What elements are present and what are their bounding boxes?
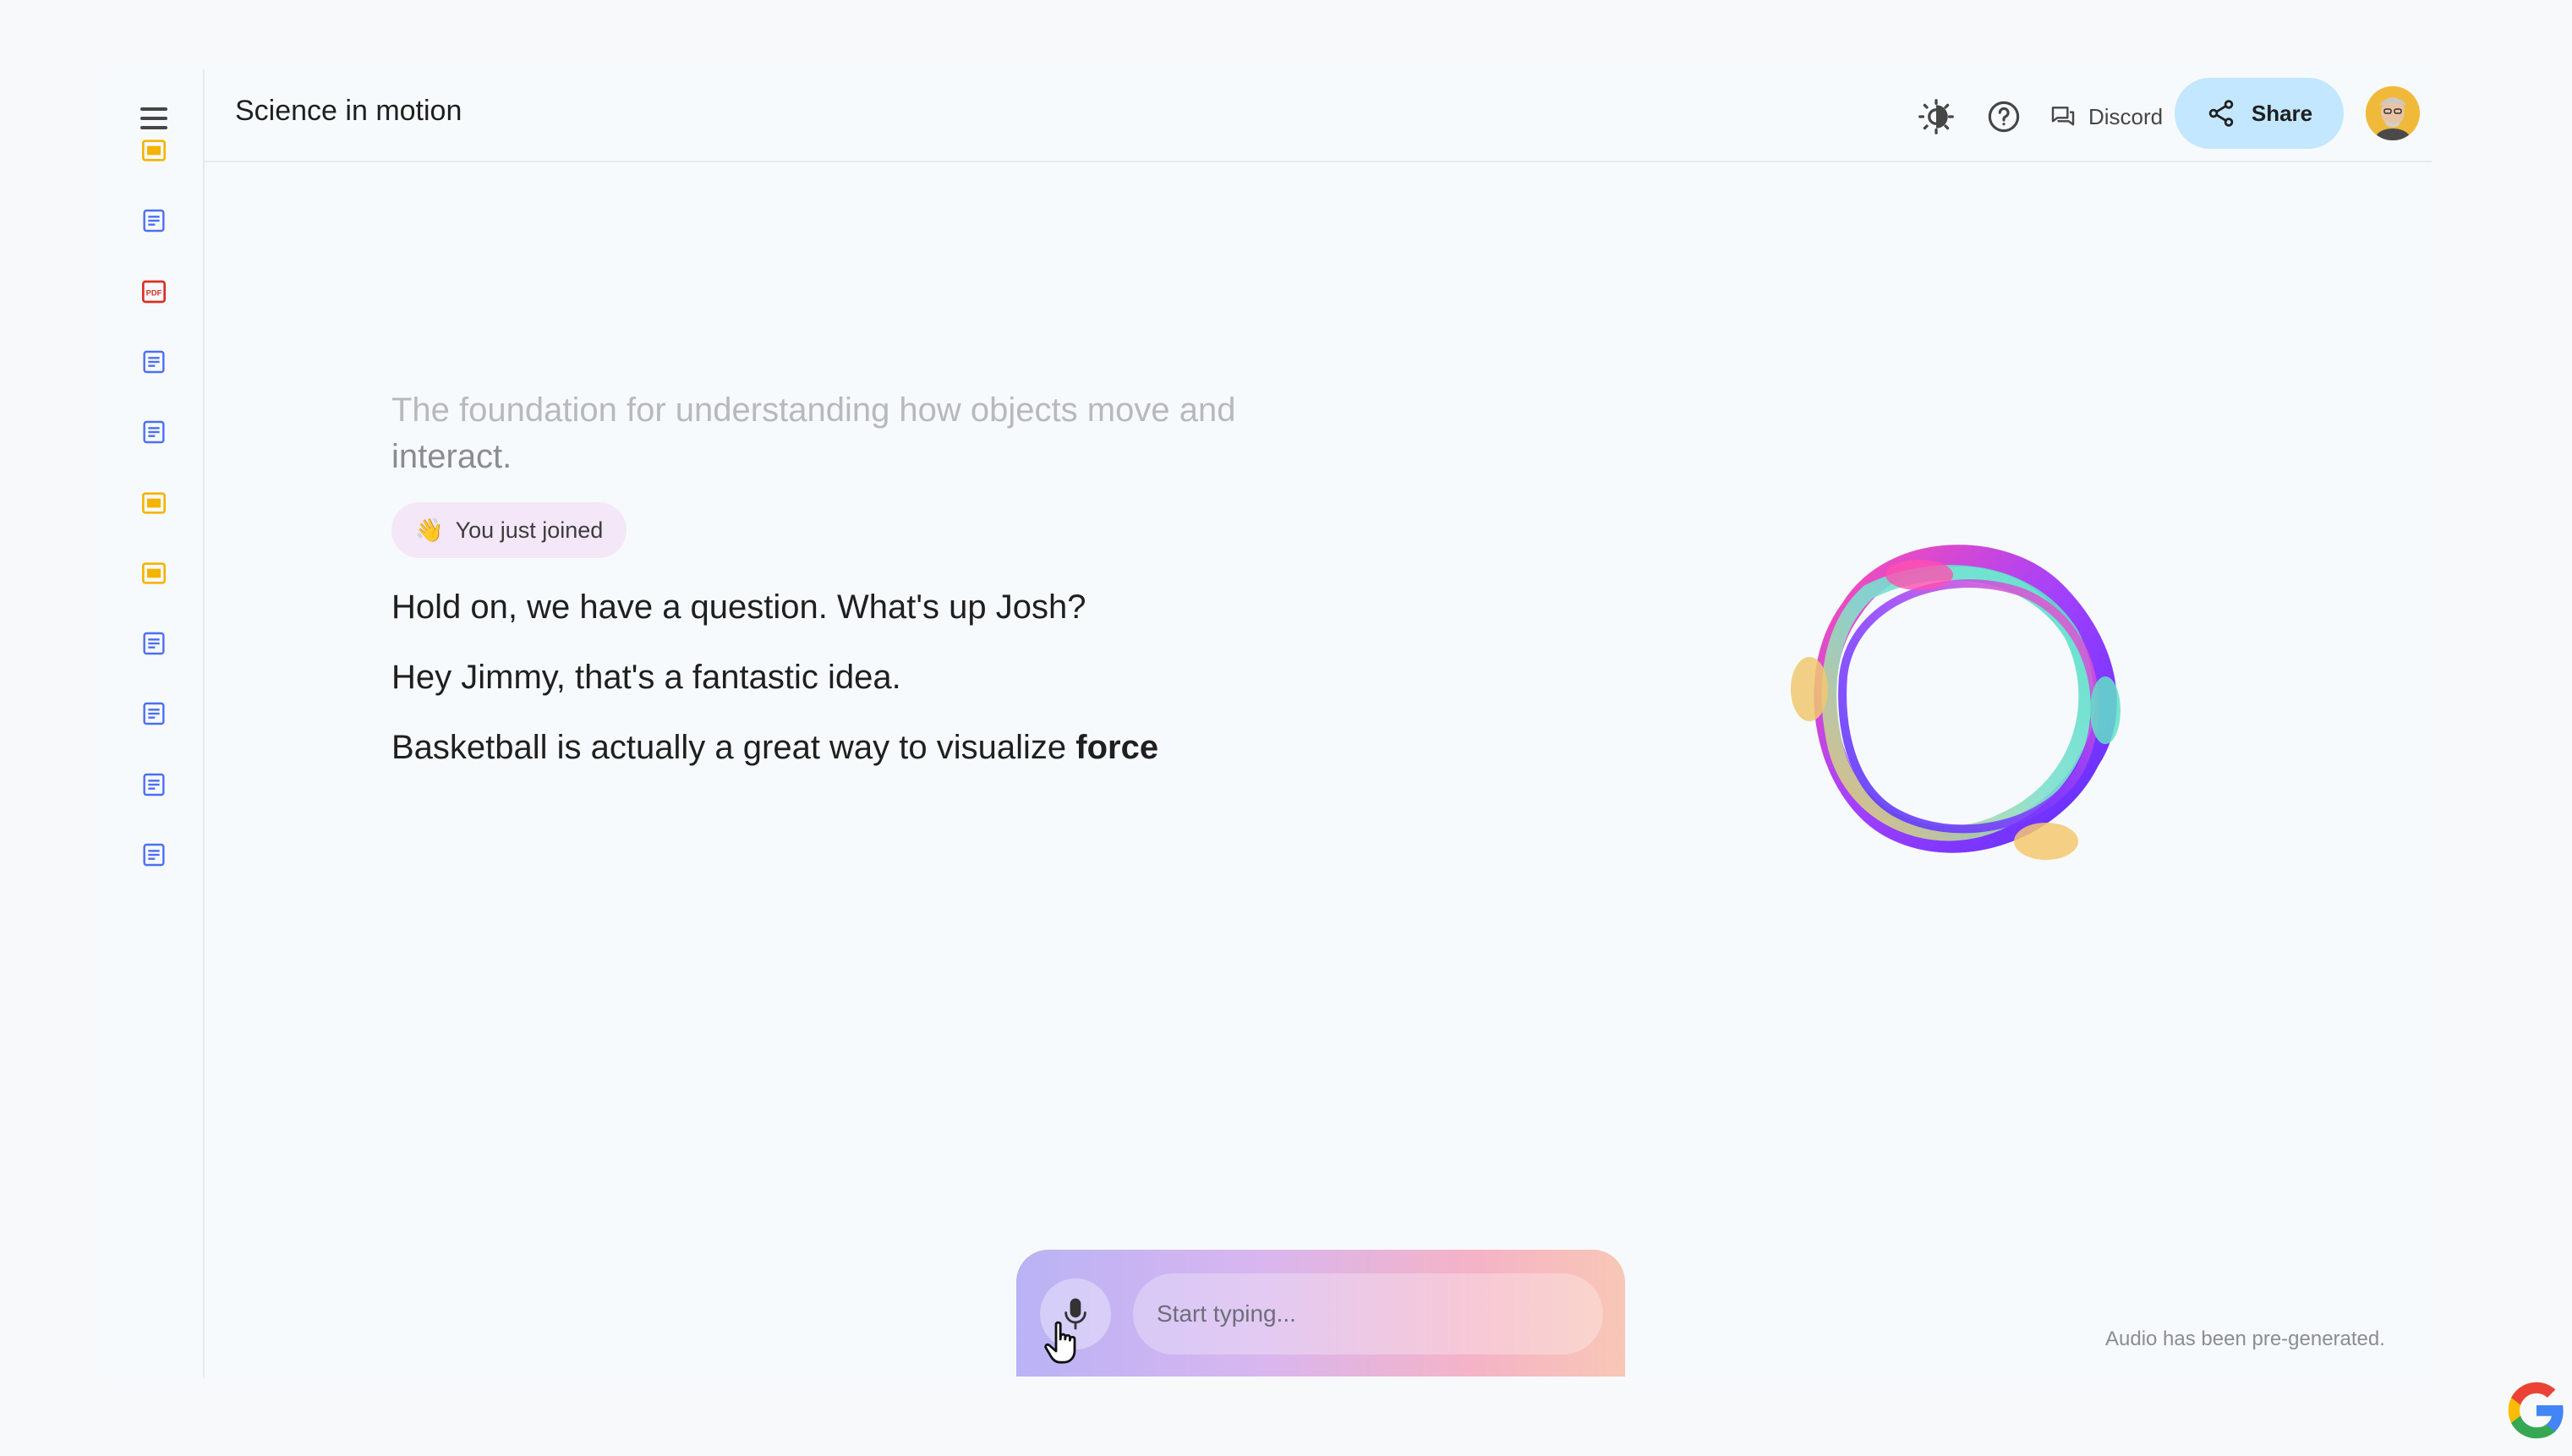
composer-bar (1016, 1250, 1625, 1377)
caption-line-3-text: Basketball is actually a great way to vi… (391, 729, 1076, 766)
share-icon (2208, 100, 2234, 127)
pdf-icon[interactable]: PDF (130, 268, 178, 315)
discord-link[interactable]: Discord (2049, 93, 2163, 140)
previous-caption: The foundation for understanding how obj… (391, 391, 1236, 429)
share-button[interactable]: Share (2175, 78, 2344, 149)
pointer-hand-icon (1044, 1321, 1076, 1364)
caption-highlight-word: force (1075, 729, 1159, 766)
caption-line-3: Basketball is actually a great way to vi… (391, 726, 1406, 769)
doc-icon[interactable] (130, 620, 178, 667)
theme-toggle-icon[interactable] (1913, 93, 1960, 140)
previous-caption-continued: interact. (391, 438, 512, 475)
joined-label: You just joined (455, 517, 604, 543)
doc-icon[interactable] (130, 831, 178, 879)
chat-icon (2051, 107, 2075, 126)
message-input[interactable] (1133, 1273, 1603, 1355)
audio-disclaimer: Audio has been pre-generated. (2105, 1327, 2385, 1350)
caption-line-2: Hey Jimmy, that's a fantastic idea. (391, 659, 901, 696)
doc-icon[interactable] (130, 690, 178, 737)
svg-text:PDF: PDF (146, 289, 162, 298)
slides-icon[interactable] (130, 550, 178, 597)
waving-hand-icon: 👋 (415, 517, 444, 543)
doc-icon[interactable] (130, 408, 178, 456)
slides-icon[interactable] (130, 127, 178, 174)
doc-icon[interactable] (130, 338, 178, 386)
transcript-area: The foundation for understanding how obj… (391, 387, 1406, 769)
sources-sidebar: PDF (105, 69, 205, 1378)
google-logo (2504, 1378, 2569, 1442)
audio-visualizer-orb (1750, 507, 2156, 896)
page-title: Science in motion (235, 95, 462, 127)
slides-icon[interactable] (130, 479, 178, 527)
avatar[interactable] (2366, 86, 2420, 140)
caption-line-1: Hold on, we have a question. What's up J… (391, 588, 1086, 626)
doc-icon[interactable] (130, 197, 178, 244)
top-bar: Science in motion Discord Share (205, 69, 2432, 162)
discord-label: Discord (2088, 103, 2164, 129)
doc-icon[interactable] (130, 761, 178, 808)
help-icon[interactable] (1980, 93, 2028, 140)
share-label: Share (2251, 100, 2313, 126)
you-just-joined-badge: 👋 You just joined (391, 502, 627, 558)
